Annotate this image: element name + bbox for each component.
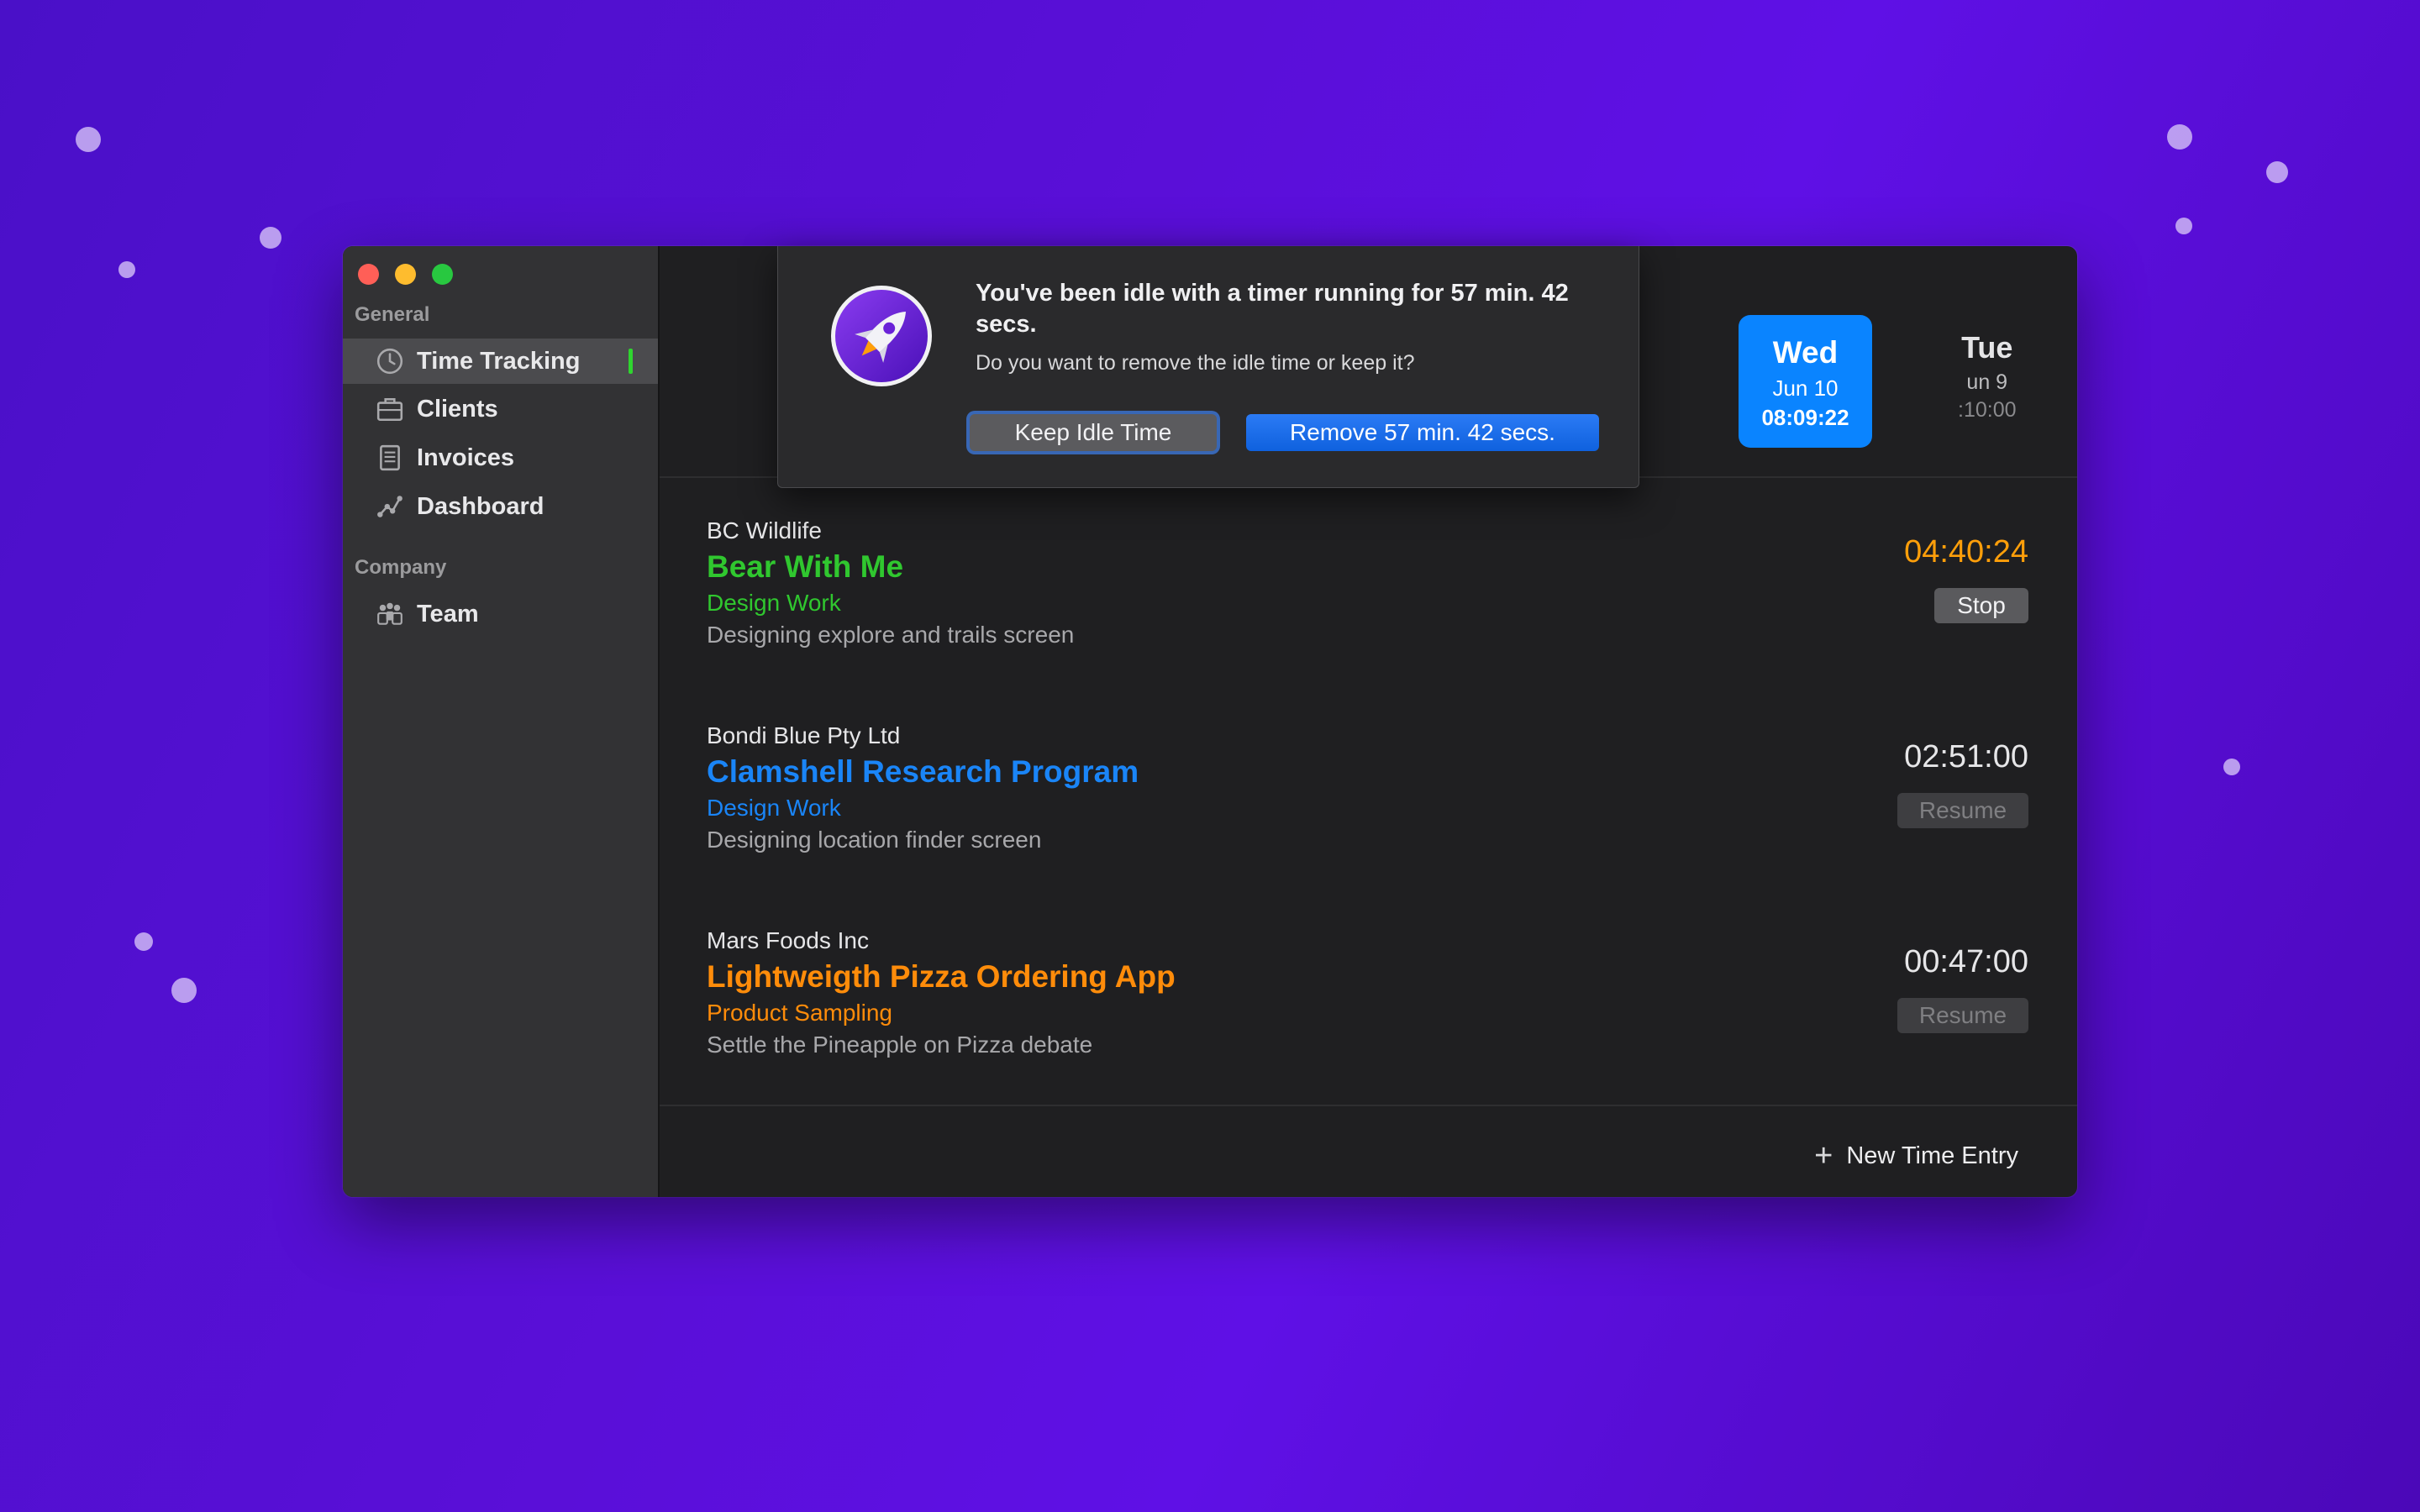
sidebar-item-label: Time Tracking: [417, 347, 581, 375]
resume-button[interactable]: Resume: [1897, 793, 2028, 828]
footer-bar: + New Time Entry: [660, 1105, 2077, 1197]
new-time-entry-label: New Time Entry: [1846, 1142, 2018, 1169]
invoice-icon: [375, 443, 405, 473]
stop-button[interactable]: Stop: [1934, 588, 2028, 623]
plus-icon: +: [1814, 1138, 1833, 1173]
entry-project: Lightweigth Pizza Ordering App: [707, 959, 1176, 994]
rocket-icon: [829, 283, 934, 389]
keep-idle-time-button[interactable]: Keep Idle Time: [970, 414, 1217, 451]
entry-project: Clamshell Research Program: [707, 754, 1139, 789]
idle-time-dialog: You've been idle with a timer running fo…: [777, 246, 1639, 488]
day-name: Tue: [1961, 330, 2013, 365]
section-label-company: Company: [355, 556, 447, 579]
active-indicator: [629, 349, 633, 374]
entry-client: Mars Foods Inc: [707, 927, 869, 953]
new-time-entry-button[interactable]: + New Time Entry: [1814, 1140, 2018, 1172]
background-dot: [76, 127, 101, 152]
entry-timer: 00:47:00: [1904, 944, 2028, 979]
sidebar-item-label: Dashboard: [417, 492, 544, 520]
team-icon: [375, 599, 405, 629]
time-entry[interactable]: Bondi Blue Pty Ltd Clamshell Research Pr…: [707, 722, 2028, 890]
sidebar-item-invoices[interactable]: Invoices: [343, 435, 658, 480]
background-dot: [134, 932, 153, 951]
entry-description: Designing explore and trails screen: [707, 622, 1075, 648]
day-tue[interactable]: Tue un 9 :10:00: [1958, 330, 2017, 423]
sidebar-item-time-tracking[interactable]: Time Tracking: [343, 339, 658, 384]
entry-description: Settle the Pineapple on Pizza debate: [707, 1032, 1093, 1058]
background-dot: [260, 227, 281, 249]
entry-timer: 02:51:00: [1904, 739, 2028, 774]
background-dot: [2175, 218, 2192, 234]
dialog-title: You've been idle with a timer running fo…: [976, 280, 1569, 338]
close-window-button[interactable]: [358, 264, 379, 285]
entry-project: Bear With Me: [707, 549, 904, 584]
time-entry[interactable]: Mars Foods Inc Lightweigth Pizza Orderin…: [707, 927, 2028, 1095]
minimize-window-button[interactable]: [395, 264, 416, 285]
sidebar: General Time Tracking Clients Invoices D…: [343, 246, 660, 1197]
entry-client: BC Wildlife: [707, 517, 822, 543]
remove-idle-time-button[interactable]: Remove 57 min. 42 secs.: [1246, 414, 1599, 451]
entry-client: Bondi Blue Pty Ltd: [707, 722, 901, 748]
background-dot: [171, 978, 197, 1003]
entry-task: Design Work: [707, 795, 841, 821]
background-dot: [2167, 124, 2192, 150]
day-wed-selected[interactable]: Wed Jun 10 08:09:22: [1739, 315, 1872, 448]
background-dot: [2223, 759, 2240, 775]
entry-task: Design Work: [707, 590, 841, 616]
entry-timer: 04:40:24: [1904, 534, 2028, 570]
sidebar-item-label: Team: [417, 600, 479, 627]
day-name: Wed: [1772, 335, 1839, 370]
section-label-general: General: [355, 303, 430, 326]
entry-description: Designing location finder screen: [707, 827, 1042, 853]
dialog-message: Do you want to remove the idle time or k…: [976, 351, 1415, 375]
background-dot: [2266, 161, 2288, 183]
sidebar-item-clients[interactable]: Clients: [343, 386, 658, 432]
chart-icon: [375, 491, 405, 522]
day-date: Jun 10: [1772, 375, 1839, 401]
background-dot: [118, 261, 135, 278]
day-total: 08:09:22: [1761, 405, 1849, 430]
time-entry[interactable]: BC Wildlife Bear With Me Design Work Des…: [707, 517, 2028, 685]
zoom-window-button[interactable]: [432, 264, 453, 285]
clock-icon: [375, 346, 405, 376]
sidebar-item-dashboard[interactable]: Dashboard: [343, 484, 658, 529]
day-total: :10:00: [1958, 398, 2017, 422]
briefcase-icon: [375, 394, 405, 424]
sidebar-item-label: Invoices: [417, 444, 515, 471]
resume-button[interactable]: Resume: [1897, 998, 2028, 1033]
entry-task: Product Sampling: [707, 1000, 893, 1026]
day-date: un 9: [1966, 370, 2008, 394]
sidebar-item-team[interactable]: Team: [343, 591, 658, 637]
sidebar-item-label: Clients: [417, 395, 498, 423]
